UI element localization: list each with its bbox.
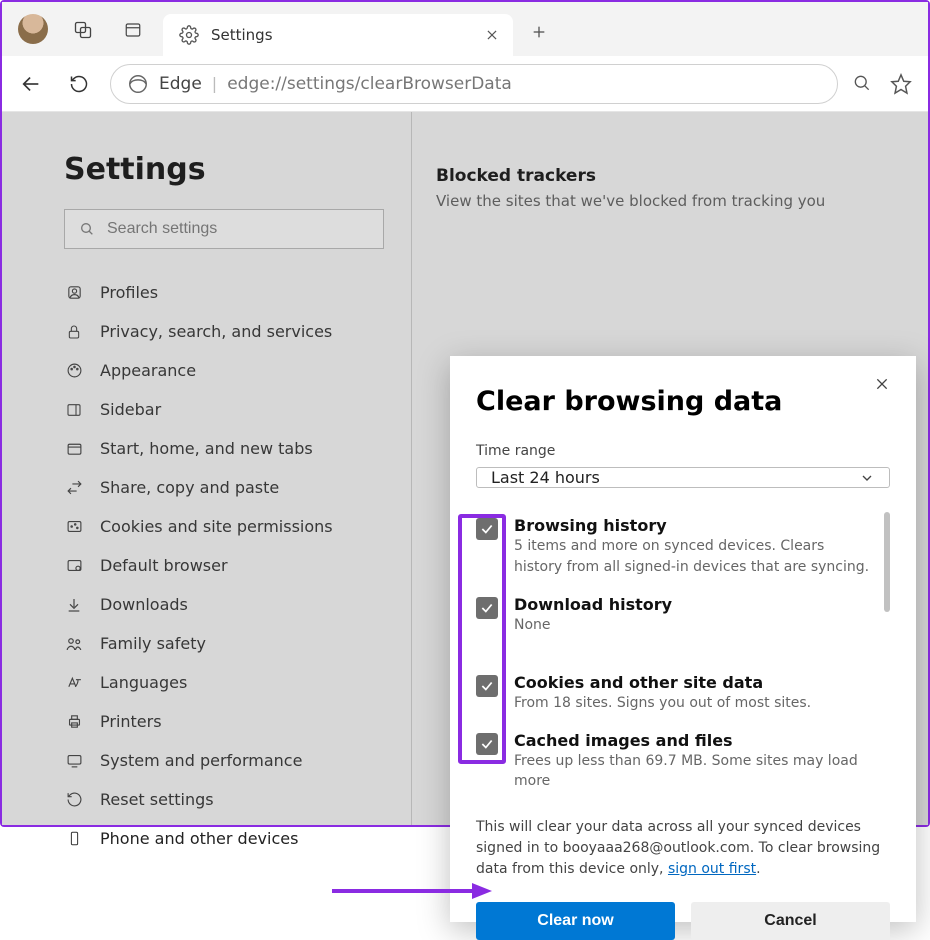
- search-icon: [79, 221, 95, 237]
- edge-logo-icon: [127, 73, 149, 95]
- sidebar-item-default-browser[interactable]: Default browser: [64, 546, 385, 585]
- annotation-highlight-rect: [458, 514, 506, 764]
- search-input[interactable]: [105, 219, 369, 239]
- sidebar-item-label: Default browser: [100, 556, 228, 575]
- settings-heading: Settings: [64, 152, 385, 187]
- back-button[interactable]: [14, 67, 48, 101]
- sidebar-item-phone[interactable]: Phone and other devices: [64, 819, 385, 858]
- sidebar-item-label: Profiles: [100, 283, 158, 302]
- time-range-select[interactable]: Last 24 hours: [476, 467, 890, 488]
- sidebar-item-label: Appearance: [100, 361, 196, 380]
- check-browsing-history[interactable]: Browsing history 5 items and more on sync…: [476, 506, 874, 585]
- check-title: Download history: [514, 595, 672, 614]
- sidebar-item-label: Languages: [100, 673, 187, 692]
- browser-icon: [64, 557, 84, 574]
- check-desc: Frees up less than 69.7 MB. Some sites m…: [514, 753, 858, 790]
- download-icon: [64, 597, 84, 613]
- sidebar-item-label: Sidebar: [100, 400, 161, 419]
- annotation-arrow-icon: [332, 881, 492, 901]
- language-icon: [64, 674, 84, 691]
- scrollbar[interactable]: [884, 512, 890, 612]
- check-title: Cookies and other site data: [514, 673, 811, 692]
- new-tab-button[interactable]: [519, 12, 559, 52]
- phone-icon: [64, 831, 84, 846]
- sidebar-item-label: Printers: [100, 712, 162, 731]
- check-cached[interactable]: Cached images and files Frees up less tha…: [476, 721, 874, 800]
- sidebar-item-label: Phone and other devices: [100, 829, 298, 848]
- sign-out-link[interactable]: sign out first: [668, 861, 756, 877]
- share-icon: [64, 479, 84, 496]
- checkbox-list: Browsing history 5 items and more on sync…: [476, 506, 890, 799]
- family-icon: [64, 635, 84, 653]
- time-range-value: Last 24 hours: [491, 468, 600, 487]
- printer-icon: [64, 713, 84, 730]
- sidebar-item-family[interactable]: Family safety: [64, 624, 385, 663]
- sidebar-item-label: Share, copy and paste: [100, 478, 279, 497]
- address-brand: Edge: [159, 74, 202, 94]
- check-cookies[interactable]: Cookies and other site data From 18 sites…: [476, 663, 874, 721]
- refresh-button[interactable]: [62, 67, 96, 101]
- sidebar-item-start[interactable]: Start, home, and new tabs: [64, 429, 385, 468]
- check-title: Cached images and files: [514, 731, 874, 750]
- sidebar-item-label: Start, home, and new tabs: [100, 439, 313, 458]
- sidebar-item-appearance[interactable]: Appearance: [64, 351, 385, 390]
- search-settings[interactable]: [64, 209, 384, 249]
- system-icon: [64, 752, 84, 769]
- dialog-title: Clear browsing data: [476, 386, 890, 417]
- sidebar-item-languages[interactable]: Languages: [64, 663, 385, 702]
- tab-title: Settings: [211, 26, 273, 44]
- check-desc: From 18 sites. Signs you out of most sit…: [514, 695, 811, 711]
- tab-strip: Settings: [2, 2, 928, 56]
- address-bar[interactable]: Edge | edge://settings/clearBrowserData: [110, 64, 838, 104]
- sidebar-item-profiles[interactable]: Profiles: [64, 273, 385, 312]
- sidebar-item-share[interactable]: Share, copy and paste: [64, 468, 385, 507]
- sidebar-item-downloads[interactable]: Downloads: [64, 585, 385, 624]
- profile-icon: [64, 284, 84, 301]
- favorites-icon[interactable]: [890, 73, 912, 95]
- sidebar-item-label: Family safety: [100, 634, 206, 653]
- check-desc: 5 items and more on synced devices. Clea…: [514, 538, 869, 575]
- toolbar: Edge | edge://settings/clearBrowserData: [2, 56, 928, 112]
- zoom-icon[interactable]: [852, 73, 872, 95]
- sidebar-item-privacy[interactable]: Privacy, search, and services: [64, 312, 385, 351]
- sidebar-icon: [64, 402, 84, 418]
- sidebar-item-label: Downloads: [100, 595, 188, 614]
- workspaces-icon[interactable]: [63, 10, 103, 50]
- check-title: Browsing history: [514, 516, 874, 535]
- check-download-history[interactable]: Download history None: [476, 585, 874, 643]
- address-url: edge://settings/clearBrowserData: [227, 74, 512, 94]
- check-desc: None: [514, 617, 551, 633]
- cancel-button[interactable]: Cancel: [691, 902, 890, 940]
- sidebar-item-label: System and performance: [100, 751, 302, 770]
- sidebar-item-cookies[interactable]: Cookies and site permissions: [64, 507, 385, 546]
- reset-icon: [64, 791, 84, 808]
- settings-sidebar: Settings Profiles Privacy, search, and s…: [2, 112, 412, 825]
- sidebar-item-label: Reset settings: [100, 790, 214, 809]
- time-range-label: Time range: [476, 443, 890, 459]
- sidebar-item-system[interactable]: System and performance: [64, 741, 385, 780]
- tabs-icon: [64, 440, 84, 457]
- sidebar-item-reset[interactable]: Reset settings: [64, 780, 385, 819]
- sidebar-item-sidebar[interactable]: Sidebar: [64, 390, 385, 429]
- chevron-down-icon: [859, 470, 875, 486]
- sidebar-item-label: Cookies and site permissions: [100, 517, 333, 536]
- profile-avatar[interactable]: [18, 14, 48, 44]
- clear-now-button[interactable]: Clear now: [476, 902, 675, 940]
- content-area: Settings Profiles Privacy, search, and s…: [2, 112, 928, 825]
- vertical-tabs-icon[interactable]: [113, 10, 153, 50]
- sidebar-item-label: Privacy, search, and services: [100, 322, 332, 341]
- close-dialog-button[interactable]: [868, 370, 896, 398]
- palette-icon: [64, 362, 84, 379]
- blocked-trackers-desc: View the sites that we've blocked from t…: [436, 192, 904, 210]
- cookie-icon: [64, 518, 84, 535]
- clear-browsing-data-dialog: Clear browsing data Time range Last 24 h…: [450, 356, 916, 922]
- close-tab-button[interactable]: [479, 22, 505, 48]
- lock-icon: [64, 324, 84, 340]
- separator: |: [212, 74, 217, 93]
- sidebar-item-printers[interactable]: Printers: [64, 702, 385, 741]
- gear-icon: [179, 25, 199, 45]
- blocked-trackers-title: Blocked trackers: [436, 166, 904, 186]
- browser-tab-settings[interactable]: Settings: [163, 14, 513, 56]
